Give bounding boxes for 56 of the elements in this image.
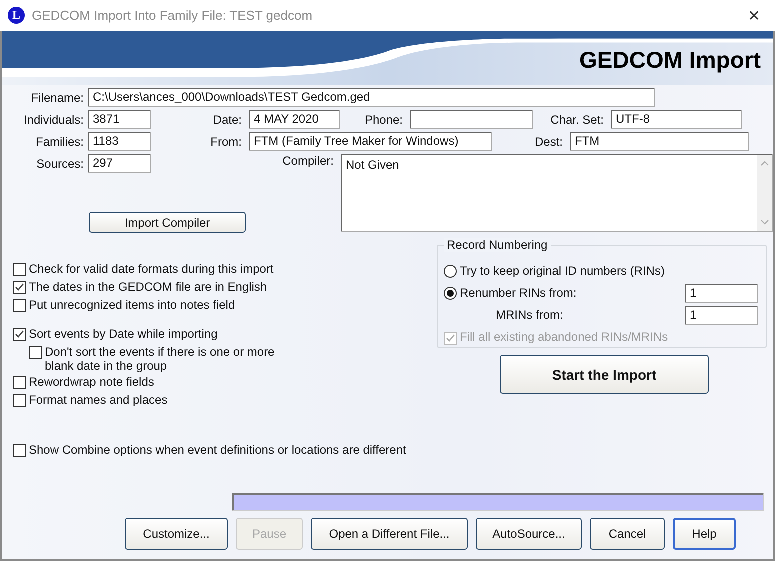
phone-field[interactable] [410, 110, 533, 129]
app-logo: L [8, 7, 25, 24]
radio-label[interactable]: Try to keep original ID numbers (RINs) [460, 264, 758, 278]
individuals-field[interactable]: 3871 [88, 110, 151, 129]
from-field[interactable]: FTM (Family Tree Maker for Windows) [249, 132, 492, 151]
dialog-heading: GEDCOM Import [580, 47, 761, 74]
mrin-start-field[interactable]: 1 [685, 306, 758, 324]
field-label: Filename: [30, 90, 85, 104]
rin-start-field[interactable]: 1 [685, 284, 758, 302]
start-import-button[interactable]: Start the Import [500, 355, 709, 394]
checkbox-label[interactable]: Show Combine options when event definitions or locations are different [29, 442, 406, 459]
group-title: Record Numbering [444, 238, 551, 252]
checkbox[interactable] [13, 394, 26, 407]
field-label: MRINs from: [495, 308, 564, 322]
close-button[interactable]: ✕ [748, 6, 761, 24]
checkbox-label[interactable]: Format names and places [29, 392, 168, 409]
checkbox[interactable] [13, 328, 26, 341]
dialog-button[interactable]: AutoSource... [476, 518, 582, 550]
checkbox-label[interactable]: Sort events by Date while importing [29, 326, 218, 343]
field-label: From: [210, 134, 243, 148]
dialog-button[interactable]: Open a Different File... [311, 518, 468, 550]
compiler-text-area[interactable]: Not Given [341, 154, 773, 232]
sources-field[interactable]: 297 [88, 154, 151, 173]
field-label: Compiler: [282, 154, 335, 168]
checkbox[interactable] [13, 281, 26, 294]
field-label: Families: [34, 134, 85, 148]
field-label: Dest: [534, 134, 564, 148]
checkbox-label[interactable]: Check for valid date formats during this import [29, 261, 274, 278]
checkbox[interactable] [13, 263, 26, 276]
date-field[interactable]: 4 MAY 2020 [249, 110, 340, 129]
field-label: Sources: [36, 156, 85, 170]
dialog-button[interactable]: Customize... [125, 518, 228, 550]
checkbox[interactable] [13, 299, 26, 312]
compiler-text: Not Given [345, 157, 400, 174]
import-compiler-button[interactable]: Import Compiler [89, 212, 246, 233]
field-label: Phone: [364, 112, 404, 126]
checkbox[interactable] [13, 444, 26, 457]
field-label: Char. Set: [550, 112, 605, 126]
checkbox-label[interactable]: Don't sort the events if there is one or more blank date in the group [45, 345, 305, 373]
checkbox[interactable] [29, 346, 42, 359]
checkbox-label[interactable]: The dates in the GEDCOM file are in English [29, 279, 268, 296]
dialog-button[interactable]: Help [673, 518, 736, 550]
field-label: Date: [212, 112, 243, 126]
dialog-button[interactable]: Cancel [590, 518, 665, 550]
filename-field[interactable]: C:\Users\ances_000\Downloads\TEST Gedcom.ged [88, 88, 655, 107]
radio-label[interactable]: Renumber RINs from: [460, 286, 682, 300]
checkbox[interactable] [13, 376, 26, 389]
checkbox-label[interactable]: Put unrecognized items into notes field [29, 297, 236, 314]
dest-field[interactable]: FTM [570, 132, 749, 151]
field-label: Individuals: [22, 112, 85, 126]
radio-button[interactable] [444, 286, 457, 300]
window-title: GEDCOM Import Into Family File: TEST gedcom [32, 8, 314, 23]
families-field[interactable]: 1183 [88, 132, 151, 151]
checkbox-label[interactable]: Rewordwrap note fields [29, 374, 154, 391]
radio-button[interactable] [444, 264, 457, 278]
char-set-field[interactable]: UTF-8 [611, 110, 742, 129]
